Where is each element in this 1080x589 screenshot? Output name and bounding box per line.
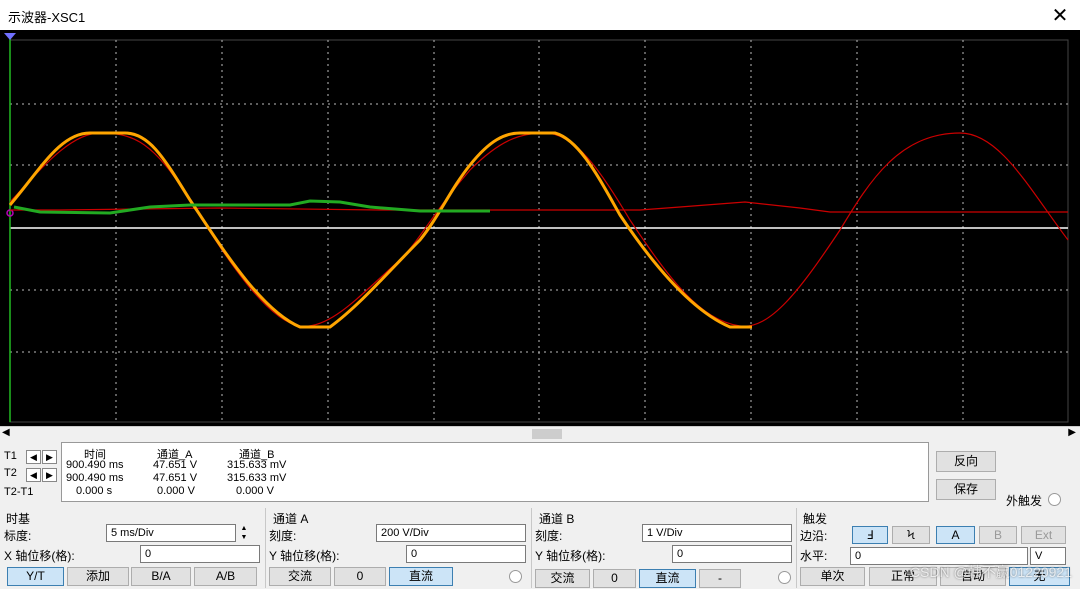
oscilloscope-display	[4, 33, 1069, 423]
mode-ab-button[interactable]: A/B	[194, 567, 257, 586]
channel-a-scale-label: 刻度:	[269, 529, 297, 543]
title-bar: 示波器-XSC1 ✕	[0, 0, 1080, 30]
scroll-thumb[interactable]	[532, 429, 562, 439]
channel-b-zero-button[interactable]: 0	[593, 569, 636, 588]
trigger-level-label: 水平:	[800, 549, 828, 563]
reverse-button[interactable]: 反向	[936, 451, 996, 472]
mode-ba-button[interactable]: B/A	[131, 567, 191, 586]
channel-a-title: 通道 A	[273, 512, 309, 526]
readout-delta-time: 0.000 s	[76, 485, 113, 497]
cursor-label-t2: T2	[4, 467, 17, 479]
timebase-title: 时基	[6, 512, 31, 526]
reference-trace	[13, 199, 490, 215]
cursor-label-delta: T2-T1	[4, 486, 34, 498]
channel-b-scale-label: 刻度:	[535, 529, 563, 543]
watermark: CSDN @韩不赢01220921	[909, 564, 1072, 580]
channel-b-ypos-field[interactable]: 0	[672, 545, 792, 563]
readout-t1-b: 315.633 mV	[227, 459, 287, 471]
trigger-single-button[interactable]: 单次	[800, 567, 865, 586]
channel-b-terminal[interactable]	[778, 571, 791, 584]
t1-left-arrow-icon[interactable]: ◀	[26, 450, 41, 464]
rising-edge-icon[interactable]: Ⅎ	[852, 526, 888, 544]
channel-b-dc-button[interactable]: 直流	[639, 569, 696, 588]
cursor-marker-icon	[4, 33, 16, 40]
ext-trigger-terminal[interactable]	[1048, 493, 1061, 506]
mode-yt-button[interactable]: Y/T	[7, 567, 64, 586]
scroll-right-icon[interactable]: ▶	[1068, 427, 1076, 438]
channel-a-ypos-field[interactable]: 0	[406, 545, 526, 563]
trigger-edge-label: 边沿:	[800, 529, 828, 543]
readout-t1-a: 47.651 V	[153, 459, 198, 471]
separator	[265, 508, 266, 588]
scroll-left-icon[interactable]: ◀	[2, 427, 10, 438]
t2-right-arrow-icon[interactable]: ▶	[42, 468, 57, 482]
save-button[interactable]: 保存	[936, 479, 996, 500]
channel-a-ac-button[interactable]: 交流	[269, 567, 331, 586]
mode-add-button[interactable]: 添加	[67, 567, 129, 586]
horizontal-scrollbar[interactable]: ◀ ▶	[0, 426, 1080, 441]
timebase-scale-label: 标度:	[4, 529, 32, 543]
channel-b-title: 通道 B	[539, 512, 575, 526]
timebase-spinner-icon[interactable]: ▲ ▼	[238, 524, 250, 542]
channel-a-zero-button[interactable]: 0	[334, 567, 386, 586]
channel-b-scale-field[interactable]: 1 V/Div	[642, 524, 792, 542]
window-title: 示波器-XSC1	[8, 10, 86, 25]
cursor-label-t1: T1	[4, 450, 17, 462]
trigger-title: 触发	[803, 512, 828, 526]
channel-b-invert-button[interactable]: -	[699, 569, 741, 588]
channel-b-ac-button[interactable]: 交流	[535, 569, 590, 588]
trigger-source-ext-button[interactable]: Ext	[1021, 526, 1066, 544]
t1-right-arrow-icon[interactable]: ▶	[42, 450, 57, 464]
grid	[10, 40, 1068, 422]
cursor-controls: T1 ◀ ▶ T2 ◀ ▶ T2-T1	[0, 442, 60, 500]
readout-delta-b: 0.000 V	[236, 485, 274, 497]
readout-t2-a: 47.651 V	[153, 472, 198, 484]
ext-trigger-label: 外触发	[1006, 494, 1043, 508]
close-icon[interactable]: ✕	[1050, 3, 1070, 27]
readout-t2-b: 315.633 mV	[227, 472, 287, 484]
separator	[531, 508, 532, 588]
readout-t1-time: 900.490 ms	[66, 459, 124, 471]
trigger-source-b-button[interactable]: B	[979, 526, 1017, 544]
readout-delta-a: 0.000 V	[157, 485, 195, 497]
timebase-scale-field[interactable]: 5 ms/Div	[106, 524, 236, 542]
trigger-source-a-button[interactable]: A	[936, 526, 975, 544]
channel-a-trace	[8, 131, 752, 329]
separator	[796, 508, 797, 588]
oscilloscope-screen	[0, 30, 1080, 426]
x-position-label: X 轴位移(格):	[4, 549, 75, 563]
readout-t2-time: 900.490 ms	[66, 472, 124, 484]
t2-left-arrow-icon[interactable]: ◀	[26, 468, 41, 482]
falling-edge-icon[interactable]: Ϟ	[892, 526, 930, 544]
x-position-field[interactable]: 0	[140, 545, 260, 563]
channel-b-ypos-label: Y 轴位移(格):	[535, 549, 606, 563]
channel-a-dc-button[interactable]: 直流	[389, 567, 453, 586]
measurement-readout: 时间 通道_A 通道_B 900.490 ms 47.651 V 315.633…	[61, 442, 929, 502]
channel-a-ypos-label: Y 轴位移(格):	[269, 549, 340, 563]
channel-a-scale-field[interactable]: 200 V/Div	[376, 524, 526, 542]
channel-a-terminal[interactable]	[509, 570, 522, 583]
